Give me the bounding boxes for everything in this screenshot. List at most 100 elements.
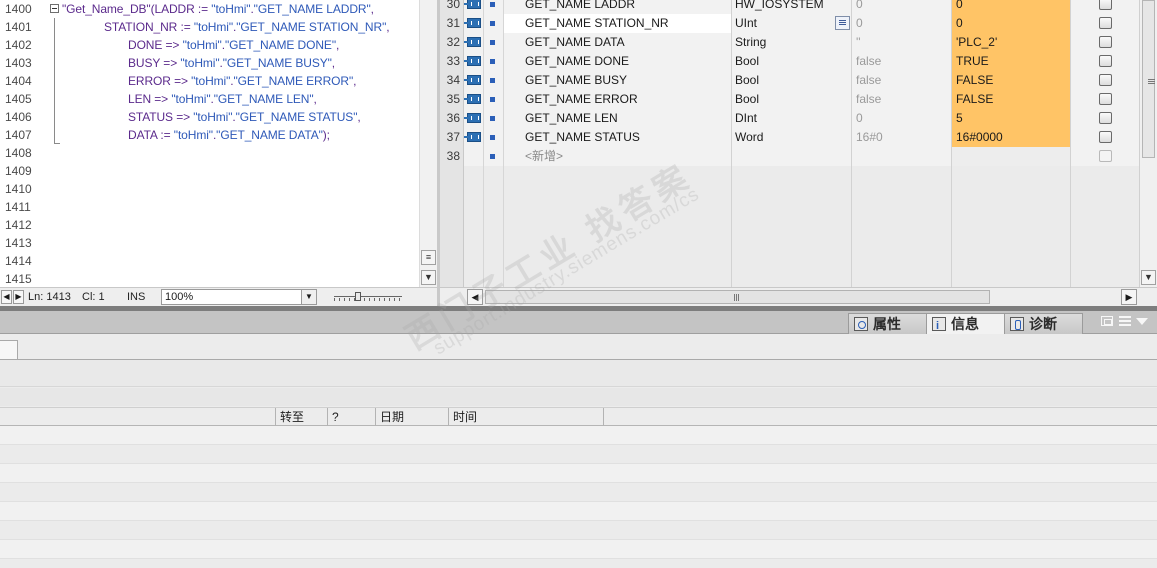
- retain-checkbox[interactable]: [1099, 55, 1112, 67]
- table-row[interactable]: 30 GET_NAME LADDR HW_IOSYSTEM 0 0: [440, 0, 1139, 14]
- collapse-icon[interactable]: [50, 4, 59, 13]
- table-row[interactable]: 36 GET_NAME LEN DInt 0 5: [440, 109, 1139, 128]
- table-row[interactable]: 33 GET_NAME DONE Bool false TRUE: [440, 52, 1139, 71]
- message-row[interactable]: [0, 426, 1157, 445]
- tab-properties[interactable]: 属性: [848, 313, 927, 334]
- add-new-label[interactable]: <新增>: [504, 147, 732, 166]
- code-line[interactable]: 1402 DONE => "toHmi"."GET_NAME DONE",: [0, 36, 419, 54]
- chevron-down-icon[interactable]: [1136, 318, 1148, 325]
- code-line[interactable]: 1401 STATION_NR := "toHmi"."GET_NAME STAT…: [0, 18, 419, 36]
- message-row[interactable]: [0, 464, 1157, 483]
- code-line[interactable]: 1414: [0, 252, 419, 270]
- tab-diagnostics[interactable]: 诊断: [1004, 313, 1083, 334]
- code-line[interactable]: 1406 STATUS => "toHmi"."GET_NAME STATUS",: [0, 108, 419, 126]
- variable-name[interactable]: GET_NAME ERROR: [504, 90, 732, 109]
- table-row[interactable]: 37 GET_NAME STATUS Word 16#0 16#0000: [440, 128, 1139, 147]
- data-type[interactable]: HW_IOSYSTEM: [732, 0, 852, 14]
- retain-checkbox[interactable]: [1099, 93, 1112, 105]
- data-type[interactable]: UInt: [732, 14, 852, 33]
- column-time[interactable]: 时间: [448, 408, 603, 426]
- scroll-right-icon[interactable]: ▶: [1121, 289, 1137, 305]
- table-vscroll-thumb[interactable]: [1142, 0, 1155, 158]
- retain-checkbox[interactable]: [1099, 0, 1112, 10]
- editor-scroll-menu-icon[interactable]: ≡: [421, 250, 436, 265]
- variable-name[interactable]: GET_NAME DONE: [504, 52, 732, 71]
- variable-name[interactable]: GET_NAME STATION_NR: [504, 14, 732, 33]
- table-row[interactable]: 35 GET_NAME ERROR Bool false FALSE: [440, 90, 1139, 109]
- monitor-value[interactable]: FALSE: [952, 71, 1071, 90]
- code-line[interactable]: 1407 DATA := "toHmi"."GET_NAME DATA");: [0, 126, 419, 144]
- message-row[interactable]: [0, 483, 1157, 502]
- retain-checkbox[interactable]: [1099, 36, 1112, 48]
- menu-icon[interactable]: [1119, 316, 1131, 326]
- type-picker-icon[interactable]: [835, 16, 850, 30]
- editor-scroll-down-icon[interactable]: ▼: [421, 270, 436, 285]
- data-type[interactable]: DInt: [732, 109, 852, 128]
- data-type[interactable]: Bool: [732, 71, 852, 90]
- scroll-left-icon[interactable]: ◀: [467, 289, 483, 305]
- data-type[interactable]: Bool: [732, 52, 852, 71]
- status-next-icon[interactable]: ▶: [13, 290, 24, 304]
- monitor-value[interactable]: 'PLC_2': [952, 33, 1071, 52]
- variable-name[interactable]: GET_NAME STATUS: [504, 128, 732, 147]
- code-line[interactable]: 1415: [0, 270, 419, 287]
- sub-tab[interactable]: [0, 340, 18, 360]
- editor-vertical-scrollbar[interactable]: ≡ ▼: [419, 0, 437, 287]
- variable-name[interactable]: GET_NAME LADDR: [504, 0, 732, 14]
- code-line[interactable]: 1400 "Get_Name_DB"(LADDR := "toHmi"."GET_…: [0, 0, 419, 18]
- monitor-value[interactable]: FALSE: [952, 90, 1071, 109]
- message-row[interactable]: [0, 502, 1157, 521]
- zoom-select[interactable]: 100% ▼: [161, 289, 317, 305]
- zoom-slider-thumb[interactable]: [355, 292, 361, 301]
- tab-info[interactable]: 信息: [926, 313, 1005, 336]
- monitor-value[interactable]: 0: [952, 0, 1071, 14]
- message-row[interactable]: [0, 559, 1157, 568]
- code-line[interactable]: 1405 LEN => "toHmi"."GET_NAME LEN",: [0, 90, 419, 108]
- code-area[interactable]: 1400 "Get_Name_DB"(LADDR := "toHmi"."GET_…: [0, 0, 419, 287]
- variable-name[interactable]: GET_NAME LEN: [504, 109, 732, 128]
- message-row[interactable]: [0, 521, 1157, 540]
- monitor-value[interactable]: 16#0000: [952, 128, 1071, 147]
- empty-cell: [852, 280, 952, 287]
- message-row[interactable]: [0, 540, 1157, 559]
- code-token: "toHmi": [173, 128, 213, 142]
- chevron-down-icon[interactable]: ▼: [301, 290, 316, 304]
- column-help[interactable]: ?: [327, 408, 375, 426]
- data-type[interactable]: Bool: [732, 90, 852, 109]
- retain-checkbox[interactable]: [1099, 131, 1112, 143]
- table-row[interactable]: 34 GET_NAME BUSY Bool false FALSE: [440, 71, 1139, 90]
- zoom-slider[interactable]: [334, 292, 402, 302]
- monitor-value[interactable]: 0: [952, 14, 1071, 33]
- column-date[interactable]: 日期: [375, 408, 448, 426]
- code-line[interactable]: 1403 BUSY => "toHmi"."GET_NAME BUSY",: [0, 54, 419, 72]
- retain-checkbox[interactable]: [1099, 17, 1112, 29]
- table-row[interactable]: 31 GET_NAME STATION_NR UInt 0 0: [440, 14, 1139, 33]
- variable-name[interactable]: GET_NAME BUSY: [504, 71, 732, 90]
- code-line[interactable]: 1411: [0, 198, 419, 216]
- variable-name[interactable]: GET_NAME DATA: [504, 33, 732, 52]
- retain-checkbox[interactable]: [1099, 112, 1112, 124]
- retain-checkbox[interactable]: [1099, 74, 1112, 86]
- data-type[interactable]: String: [732, 33, 852, 52]
- table-horizontal-scrollbar[interactable]: ◀ ▶: [440, 287, 1157, 306]
- code-line[interactable]: 1404 ERROR => "toHmi"."GET_NAME ERROR",: [0, 72, 419, 90]
- column-goto[interactable]: 转至: [275, 408, 327, 426]
- message-row[interactable]: [0, 445, 1157, 464]
- monitor-value[interactable]: TRUE: [952, 52, 1071, 71]
- monitor-value[interactable]: 5: [952, 109, 1071, 128]
- table-vertical-scrollbar[interactable]: ▼: [1139, 0, 1157, 287]
- code-line[interactable]: 1408: [0, 144, 419, 162]
- code-line[interactable]: 1412: [0, 216, 419, 234]
- table-hscroll-thumb[interactable]: [485, 290, 990, 304]
- code-line[interactable]: 1409: [0, 162, 419, 180]
- code-line[interactable]: 1413: [0, 234, 419, 252]
- status-prev-icon[interactable]: ◀: [1, 290, 12, 304]
- code-editor[interactable]: 1400 "Get_Name_DB"(LADDR := "toHmi"."GET_…: [0, 0, 437, 306]
- table-scroll-down-icon[interactable]: ▼: [1141, 270, 1156, 285]
- empty-cell: [484, 261, 504, 280]
- table-row[interactable]: 32 GET_NAME DATA String '' 'PLC_2': [440, 33, 1139, 52]
- code-line[interactable]: 1410: [0, 180, 419, 198]
- restore-icon[interactable]: [1101, 316, 1113, 326]
- add-new-row[interactable]: 38 <新增>: [440, 147, 1139, 166]
- data-type[interactable]: Word: [732, 128, 852, 147]
